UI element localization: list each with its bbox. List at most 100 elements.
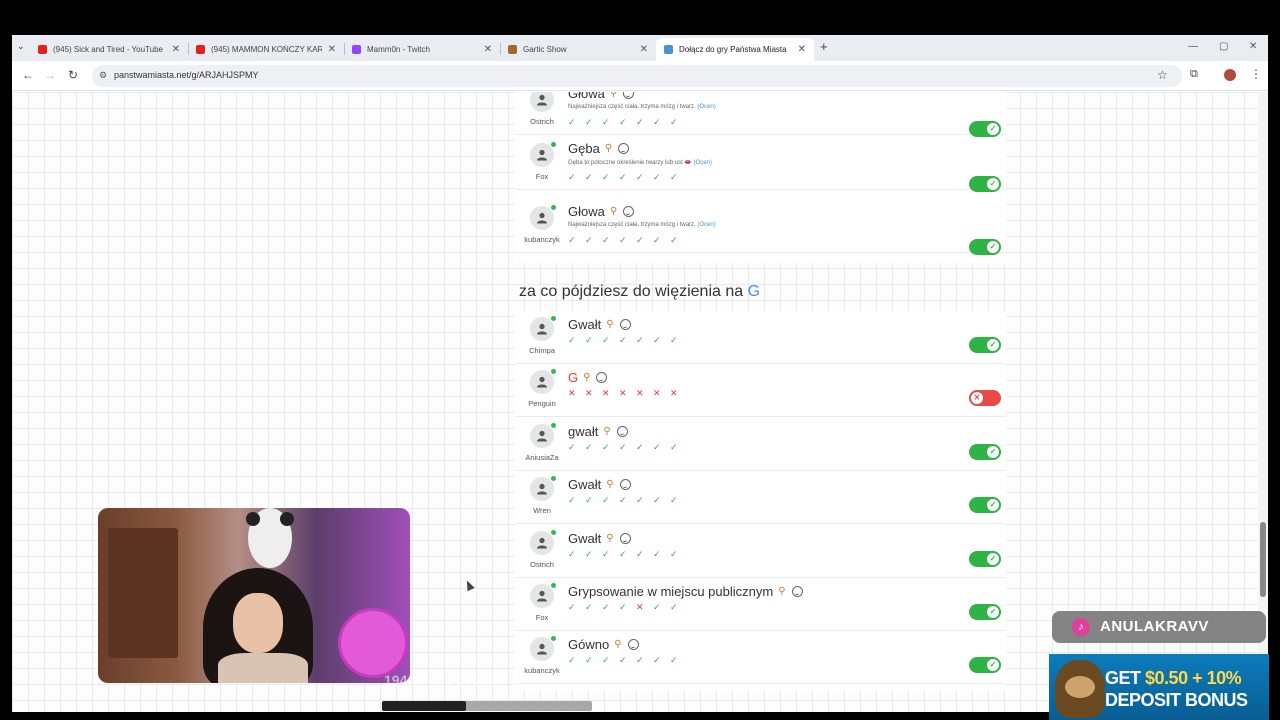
answer: Gwałt ⚲ (568, 317, 631, 332)
check-icon: ✓ (670, 335, 678, 345)
minimize-icon[interactable]: — (1188, 41, 1198, 52)
site-info-icon[interactable]: ⚙ (99, 70, 107, 81)
vote-marks: ✓ ✓ ✓ ✓ ✓ ✓ ✓ (568, 335, 687, 346)
close-tab-icon[interactable]: ✕ (328, 44, 336, 55)
vote-marks: ✓ ✓ ✓ ✓ ✕ ✓ ✓ (568, 602, 687, 613)
check-icon: ✓ (568, 602, 576, 612)
answer-row: Ostrich Głowa ⚲ Najważniejsza część ciała, … (515, 92, 1006, 137)
search-icon[interactable]: ⚲ (610, 206, 617, 217)
check-icon: ✓ (602, 548, 610, 559)
player-name: Wren (533, 506, 551, 516)
close-tab-icon[interactable]: ✕ (640, 44, 648, 55)
youtube-icon (196, 45, 205, 54)
promo-banner: GET $0.50 + 10% DEPOSIT BONUS (1049, 654, 1269, 720)
accept-toggle[interactable]: ✓ (969, 550, 1001, 567)
person-icon (537, 644, 547, 655)
close-tab-icon[interactable]: ✕ (798, 44, 806, 55)
close-window-icon[interactable]: ✕ (1249, 41, 1257, 52)
check-icon: ✓ (568, 548, 576, 559)
person-icon (537, 537, 547, 549)
tab-search-icon[interactable]: ⌄ (17, 41, 25, 52)
emoji-react-icon[interactable] (619, 532, 631, 544)
search-icon[interactable]: ⚲ (606, 319, 613, 330)
accept-toggle[interactable]: ✓ (969, 239, 1001, 255)
check-icon: ✓ (670, 235, 678, 245)
vote-marks: ✓ ✓ ✓ ✓ ✓ ✓ ✓ (568, 655, 687, 666)
answer: gwałt ⚲ (568, 424, 628, 439)
emoji-react-icon[interactable] (623, 206, 635, 217)
accept-toggle[interactable]: ✓ (969, 657, 1001, 674)
browser-tab[interactable]: Mamm0n - Twitch ✕ (344, 38, 500, 61)
player-name: kubanczyk (524, 666, 560, 676)
browser-tab[interactable]: Dołącz do gry Państwa Miasta ✕ (656, 38, 814, 61)
search-icon[interactable]: ⚲ (610, 92, 617, 99)
new-tab-button[interactable]: + (820, 39, 828, 54)
check-icon: ✓ (602, 441, 610, 452)
answers-card: Chimpa Gwałt ⚲ ✓ ✓ ✓ ✓ ✓ ✓ ✓ ✓ Penguin G ⚲ ✕ ✕ ✕ ✕ ✕ ✕ ✕ ✕ Ani… (515, 311, 1006, 691)
emoji-react-icon[interactable] (618, 143, 630, 154)
browser-tab[interactable]: Gartic Show ✕ (500, 38, 656, 61)
accept-toggle[interactable]: ✕ (969, 390, 1001, 407)
check-icon: ✓ (619, 495, 627, 506)
description-source-link[interactable]: (Ocen) (697, 104, 715, 110)
forward-icon[interactable]: → (44, 68, 56, 82)
emoji-react-icon[interactable] (791, 586, 803, 597)
emoji-react-icon[interactable] (596, 372, 608, 384)
check-icon: ✓ (585, 441, 593, 452)
description-source-link[interactable]: (Ocen) (697, 222, 715, 228)
tab-title: (945) Sick and Tired - YouTube (53, 45, 163, 54)
description-source-link[interactable]: (Ocen) (694, 160, 712, 166)
answer-row: Fox Gęba ⚲ Gęba to potoczne określenie twar… (515, 137, 1006, 192)
restore-icon[interactable]: ▢ (1219, 41, 1228, 52)
search-icon[interactable]: ⚲ (606, 533, 613, 544)
tab-title: (945) MAMMON KOŃCZY KARI (211, 45, 322, 54)
accept-toggle[interactable]: ✓ (969, 121, 1001, 137)
close-tab-icon[interactable]: ✕ (172, 44, 180, 55)
emoji-react-icon[interactable] (616, 425, 628, 437)
vote-marks: ✕ ✕ ✕ ✕ ✕ ✕ ✕ (568, 388, 687, 399)
accept-toggle[interactable]: ✓ (969, 443, 1001, 460)
check-icon: ✓ (670, 495, 678, 506)
avatar (530, 637, 554, 662)
url-text[interactable]: panstwamiasta.net/g/ARJAHJSPMY (114, 70, 259, 80)
search-icon[interactable]: ⚲ (606, 479, 613, 490)
search-icon[interactable]: ⚲ (603, 426, 610, 437)
search-icon[interactable]: ⚲ (583, 372, 590, 383)
emoji-react-icon[interactable] (619, 479, 631, 491)
avatar (530, 423, 554, 448)
address-bar[interactable]: ⚙ panstwamiasta.net/g/ARJAHJSPMY (92, 65, 1182, 87)
screen-frame: ⌄ (945) Sick and Tired - YouTube ✕ (945) M… (0, 0, 1280, 720)
emoji-react-icon[interactable] (627, 639, 639, 651)
extensions-icon[interactable]: ⧉ (1190, 68, 1198, 81)
avatar (530, 584, 554, 608)
check-icon: ✓ (987, 445, 999, 458)
browser-tab[interactable]: (945) Sick and Tired - YouTube ✕ (30, 38, 188, 61)
back-icon[interactable]: ← (22, 68, 34, 82)
emoji-react-icon[interactable] (623, 92, 635, 99)
reload-icon[interactable]: ↻ (68, 68, 78, 82)
tiktok-badge: ♪ ANULAKRAVV (1052, 611, 1266, 643)
cross-icon: ✕ (636, 388, 644, 399)
scrollbar-thumb[interactable] (1260, 522, 1266, 597)
search-icon[interactable]: ⚲ (778, 586, 785, 597)
vote-marks: ✓ ✓ ✓ ✓ ✓ ✓ ✓ (568, 172, 687, 183)
answer-row: Wren Gwałt ⚲ ✓ ✓ ✓ ✓ ✓ ✓ ✓ ✓ (515, 471, 1006, 525)
close-tab-icon[interactable]: ✕ (484, 44, 492, 55)
webcam-panda-ear (246, 512, 260, 526)
emoji-react-icon[interactable] (619, 319, 631, 330)
check-icon: ✓ (602, 117, 610, 127)
check-icon: ✓ (636, 117, 644, 127)
search-icon[interactable]: ⚲ (614, 639, 621, 650)
accept-toggle[interactable]: ✓ (969, 337, 1001, 353)
accept-toggle[interactable]: ✓ (969, 604, 1001, 620)
avatar (530, 370, 554, 395)
browser-tab[interactable]: (945) MAMMON KOŃCZY KARI ✕ (188, 38, 344, 61)
accept-toggle[interactable]: ✓ (969, 497, 1001, 514)
menu-icon[interactable]: ⋮ (1250, 67, 1262, 81)
previous-category-card: Ostrich Głowa ⚲ Najważniejsza część ciała, … (515, 92, 1006, 263)
online-indicator (551, 529, 556, 535)
profile-avatar[interactable] (1224, 69, 1236, 81)
accept-toggle[interactable]: ✓ (969, 176, 1001, 192)
search-icon[interactable]: ⚲ (605, 143, 612, 154)
bookmark-star-icon[interactable]: ☆ (1157, 68, 1168, 82)
